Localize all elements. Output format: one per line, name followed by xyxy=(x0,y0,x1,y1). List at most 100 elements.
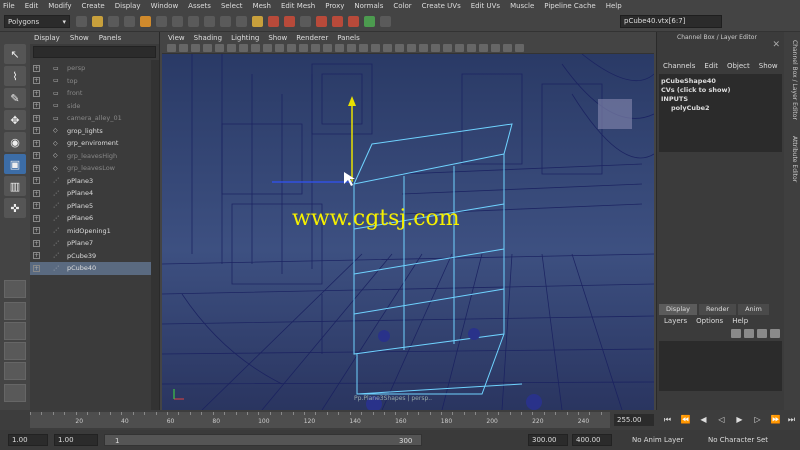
viewport-tool-icon[interactable] xyxy=(467,44,476,52)
tab-anim[interactable]: Anim xyxy=(738,304,769,315)
anim-layer-label[interactable]: No Anim Layer xyxy=(632,434,683,446)
viewport-menu-view[interactable]: View xyxy=(168,34,185,42)
new-layer-selected-icon[interactable] xyxy=(770,328,780,338)
viewport-menu-lighting[interactable]: Lighting xyxy=(231,34,259,42)
expand-icon[interactable]: + xyxy=(33,64,40,72)
outliner-item[interactable]: + ⋰ midOpening1 xyxy=(30,225,159,238)
outliner-item[interactable]: + ⋰ pPlane3 xyxy=(30,175,159,188)
outliner-item[interactable]: + ▭ persp xyxy=(30,62,159,75)
input-node-label[interactable]: polyCube2 xyxy=(661,104,780,113)
viewport-tool-icon[interactable] xyxy=(383,44,392,52)
outliner-item[interactable]: + ⋰ pCube40 xyxy=(30,262,159,275)
side-tab-channel-box[interactable]: Channel Box / Layer Editor xyxy=(786,40,798,120)
viewport-tool-icon[interactable] xyxy=(371,44,380,52)
outliner-item[interactable]: + ⋰ pPlane6 xyxy=(30,212,159,225)
menu-window[interactable]: Window xyxy=(151,2,179,10)
snap-curve-icon[interactable] xyxy=(188,16,199,27)
viewport-tool-icon[interactable] xyxy=(263,44,272,52)
viewport-tool-icon[interactable] xyxy=(323,44,332,52)
expand-icon[interactable]: + xyxy=(33,227,40,235)
expand-icon[interactable]: + xyxy=(33,214,40,222)
outliner-scrollbar[interactable] xyxy=(151,60,159,410)
tab-render[interactable]: Render xyxy=(698,304,737,315)
step-back-frame-icon[interactable]: ◀ xyxy=(698,414,709,426)
render-settings-icon[interactable] xyxy=(300,16,311,27)
expand-icon[interactable]: + xyxy=(33,189,40,197)
viewport-scene[interactable]: Pp.Plane3Shapes | persp.. xyxy=(162,54,654,410)
menu-layers[interactable]: Layers xyxy=(664,317,687,325)
tab-display[interactable]: Display xyxy=(659,304,697,315)
viewport-tool-icon[interactable] xyxy=(443,44,452,52)
light-editor-icon[interactable] xyxy=(348,16,359,27)
viewport-tool-icon[interactable] xyxy=(227,44,236,52)
ipr-render-icon[interactable] xyxy=(284,16,295,27)
menu-color[interactable]: Color xyxy=(393,2,411,10)
rotate-tool-icon[interactable]: ◉ xyxy=(4,132,26,152)
outliner-item[interactable]: + ◇ grp_leavesLow xyxy=(30,162,159,175)
expand-icon[interactable]: + xyxy=(33,114,40,122)
time-slider-track[interactable]: 20 40 60 80 100 120 140 160 180 200 220 240 xyxy=(30,412,610,428)
hypershade-icon[interactable] xyxy=(316,16,327,27)
playback-end-field[interactable]: 300.00 xyxy=(528,434,568,446)
viewport-tool-icon[interactable] xyxy=(395,44,404,52)
menu-display[interactable]: Display xyxy=(115,2,141,10)
single-pane-layout-icon[interactable] xyxy=(4,280,26,298)
outliner-item[interactable]: + ⋰ pPlane4 xyxy=(30,187,159,200)
object-name-field[interactable]: pCube40.vtx[6:7] xyxy=(620,15,722,28)
render-view-icon[interactable] xyxy=(332,16,343,27)
viewport-tool-icon[interactable] xyxy=(419,44,428,52)
expand-icon[interactable]: + xyxy=(33,239,40,247)
channel-menu-channels[interactable]: Channels xyxy=(663,62,695,70)
viewport-menu-shading[interactable]: Shading xyxy=(194,34,222,42)
expand-icon[interactable]: + xyxy=(33,102,40,110)
menu-modify[interactable]: Modify xyxy=(48,2,71,10)
viewport-tool-icon[interactable] xyxy=(359,44,368,52)
viewport-tool-icon[interactable] xyxy=(491,44,500,52)
viewport-tool-icon[interactable] xyxy=(503,44,512,52)
save-scene-icon[interactable] xyxy=(108,16,119,27)
outliner-item[interactable]: + ◇ grp_enviroment xyxy=(30,137,159,150)
expand-icon[interactable]: + xyxy=(33,264,40,272)
viewport-tool-icon[interactable] xyxy=(311,44,320,52)
channel-menu-object[interactable]: Object xyxy=(727,62,750,70)
expand-icon[interactable]: + xyxy=(33,177,40,185)
menu-mesh[interactable]: Mesh xyxy=(253,2,271,10)
select-object-icon[interactable] xyxy=(140,16,151,27)
select-hierarchy-icon[interactable] xyxy=(124,16,135,27)
new-layer-icon[interactable] xyxy=(757,328,767,338)
expand-icon[interactable]: + xyxy=(33,202,40,210)
channel-menu-show[interactable]: Show xyxy=(759,62,778,70)
outliner-item[interactable]: + ▭ camera_alley_01 xyxy=(30,112,159,125)
play-backward-icon[interactable]: ◁ xyxy=(716,414,727,426)
side-tab-attribute-editor[interactable]: Attribute Editor xyxy=(786,136,798,182)
outliner-menu-panels[interactable]: Panels xyxy=(99,34,122,42)
menu-normals[interactable]: Normals xyxy=(354,2,383,10)
open-scene-icon[interactable] xyxy=(92,16,103,27)
snap-point-icon[interactable] xyxy=(204,16,215,27)
outliner-menu-show[interactable]: Show xyxy=(70,34,89,42)
menu-edit-mesh[interactable]: Edit Mesh xyxy=(281,2,315,10)
viewport-tool-icon[interactable] xyxy=(203,44,212,52)
snap-grid-icon[interactable] xyxy=(172,16,183,27)
outliner-item[interactable]: + ⋰ pPlane5 xyxy=(30,200,159,213)
viewport-menu-renderer[interactable]: Renderer xyxy=(296,34,328,42)
viewport-tool-icon[interactable] xyxy=(455,44,464,52)
expand-icon[interactable]: + xyxy=(33,164,40,172)
menu-edit-uvs[interactable]: Edit UVs xyxy=(471,2,500,10)
viewport-tool-icon[interactable] xyxy=(239,44,248,52)
animation-end-field[interactable]: 400.00 xyxy=(572,434,612,446)
step-forward-frame-icon[interactable]: ▷ xyxy=(752,414,763,426)
viewport-tool-icon[interactable] xyxy=(515,44,524,52)
animation-start-field[interactable]: 1.00 xyxy=(8,434,48,446)
outliner-item[interactable]: + ▭ top xyxy=(30,75,159,88)
current-time-field[interactable]: 255.00 xyxy=(614,414,654,426)
viewport-tool-icon[interactable] xyxy=(287,44,296,52)
menu-proxy[interactable]: Proxy xyxy=(325,2,344,10)
close-icon[interactable]: ✕ xyxy=(772,40,780,50)
menu-help[interactable]: Help xyxy=(732,317,748,325)
shape-node-label[interactable]: pCubeShape40 xyxy=(661,77,780,86)
outliner-layout-icon[interactable] xyxy=(4,342,26,360)
menu-assets[interactable]: Assets xyxy=(188,2,211,10)
new-scene-icon[interactable] xyxy=(76,16,87,27)
cvs-toggle-label[interactable]: CVs (click to show) xyxy=(661,86,780,95)
